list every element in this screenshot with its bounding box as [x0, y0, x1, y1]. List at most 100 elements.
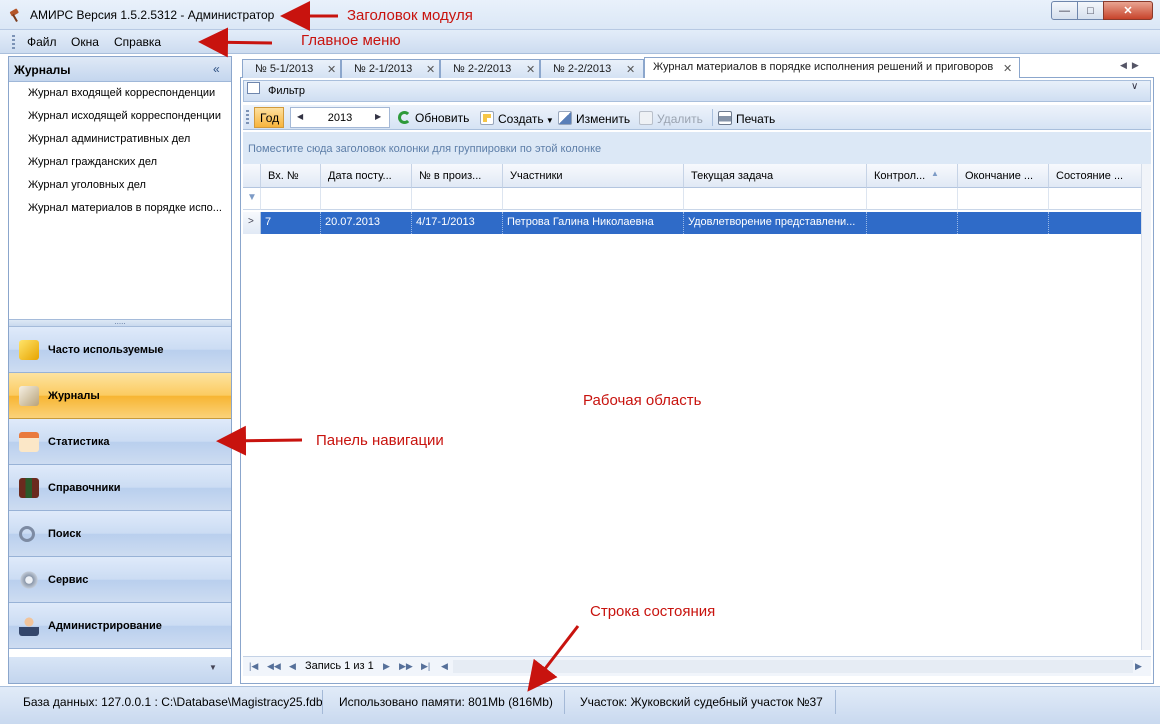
close-button[interactable]: ✕: [1103, 1, 1153, 20]
prev-page-icon[interactable]: ◀◀: [267, 661, 281, 672]
filter-cell[interactable]: [867, 188, 958, 210]
next-page-icon[interactable]: ▶▶: [399, 661, 413, 672]
column-header-current-task[interactable]: Текущая задача: [684, 164, 867, 188]
next-year-arrow-icon[interactable]: ▶: [375, 112, 381, 121]
group-by-panel[interactable]: Поместите сюда заголовок колонки для гру…: [243, 132, 1151, 164]
tab-5-1-2013[interactable]: № 5-1/2013 ✕: [242, 59, 341, 79]
prev-record-icon[interactable]: ◀: [289, 661, 296, 672]
filter-cell[interactable]: [503, 188, 684, 210]
tab-2-2-2013-b[interactable]: № 2-2/2013 ✕: [540, 59, 644, 79]
cell-participants[interactable]: Петрова Галина Николаевна: [503, 212, 684, 234]
horizontal-scrollbar[interactable]: [453, 660, 1133, 673]
year-spinner[interactable]: ◀ 2013 ▶: [290, 107, 390, 128]
close-icon[interactable]: ✕: [626, 63, 635, 76]
cell-proceeding-number[interactable]: 4/17-1/2013: [412, 212, 503, 234]
column-header-in-number[interactable]: Вх. №: [261, 164, 321, 188]
filter-bar[interactable]: Фильтр: [243, 80, 1151, 102]
status-separator: [322, 690, 323, 714]
record-navigator: |◀ ◀◀ ◀ Запись 1 из 1 ▶ ▶▶ ▶| ◀ ▶: [243, 656, 1151, 676]
filter-cell[interactable]: [321, 188, 412, 210]
tab-2-1-2013[interactable]: № 2-1/2013 ✕: [341, 59, 440, 79]
menu-grip: [12, 35, 15, 49]
filter-cell[interactable]: [412, 188, 503, 210]
work-area: Фильтр ∨ Год ◀ 2013 ▶ Обновить Создать ▼…: [240, 78, 1154, 684]
column-header-proceeding-number[interactable]: № в произ...: [412, 164, 503, 188]
toolbar-separator: [712, 109, 713, 126]
scroll-left-icon[interactable]: ◀: [441, 661, 448, 672]
filter-cell[interactable]: [958, 188, 1049, 210]
nav-label: Сервис: [48, 573, 89, 586]
cell-current-task[interactable]: Удовлетворение представлени...: [684, 212, 867, 234]
close-icon[interactable]: ✕: [1003, 62, 1012, 75]
column-header-control[interactable]: Контрол... ▲: [867, 164, 958, 188]
nav-references[interactable]: Справочники: [9, 465, 231, 511]
prev-year-arrow-icon[interactable]: ◀: [297, 112, 303, 121]
navigation-panel: Журналы « Журнал входящей корреспонденци…: [8, 56, 232, 684]
first-record-icon[interactable]: |◀: [249, 661, 258, 672]
maximize-button[interactable]: □: [1077, 1, 1104, 20]
last-record-icon[interactable]: ▶|: [421, 661, 430, 672]
lightning-icon: [19, 339, 39, 360]
tab-materials-journal[interactable]: Журнал материалов в порядке исполнения р…: [644, 57, 1020, 79]
nav-service[interactable]: Сервис: [9, 557, 231, 603]
journal-item-administrative[interactable]: Журнал административных дел: [28, 133, 190, 145]
delete-label: Удалить: [657, 112, 703, 126]
print-button[interactable]: Печать: [718, 111, 775, 126]
journal-item-outgoing[interactable]: Журнал исходящей корреспонденции: [28, 110, 221, 122]
document-tabs: № 5-1/2013 ✕ № 2-1/2013 ✕ № 2-2/2013 ✕ №…: [240, 56, 1154, 79]
menu-file[interactable]: Файл: [27, 35, 57, 49]
edit-button[interactable]: Изменить: [558, 111, 630, 126]
status-bar: База данных: 127.0.0.1 : C:\Database\Mag…: [0, 686, 1160, 724]
delete-button[interactable]: Удалить: [639, 111, 703, 126]
filter-cell[interactable]: [1049, 188, 1143, 210]
annotation-work-area: Рабочая область: [583, 392, 702, 409]
cell-received-date[interactable]: 20.07.2013: [321, 212, 412, 234]
close-icon[interactable]: ✕: [327, 63, 336, 76]
close-icon[interactable]: ✕: [526, 63, 535, 76]
refresh-button[interactable]: Обновить: [398, 111, 469, 125]
cell-in-number[interactable]: 7: [261, 212, 321, 234]
delete-icon: [639, 111, 653, 125]
column-header-received-date[interactable]: Дата посту...: [321, 164, 412, 188]
annotation-nav-panel: Панель навигации: [316, 432, 444, 449]
nav-overflow-chevron-icon[interactable]: ▼: [209, 663, 217, 672]
year-button[interactable]: Год: [254, 107, 284, 128]
vertical-scrollbar[interactable]: [1141, 164, 1151, 650]
nav-label: Статистика: [48, 435, 110, 448]
column-header-participants[interactable]: Участники: [503, 164, 684, 188]
expand-chevron-icon[interactable]: ∨: [1131, 81, 1138, 92]
status-district: Участок: Жуковский судебный участок №37: [580, 695, 823, 709]
nav-frequent[interactable]: Часто используемые: [9, 327, 231, 373]
row-selector-icon[interactable]: >: [243, 212, 261, 234]
menu-help[interactable]: Справка: [114, 35, 161, 49]
minimize-button[interactable]: —: [1051, 1, 1078, 20]
nav-label: Журналы: [48, 389, 100, 402]
filter-cell[interactable]: [684, 188, 867, 210]
nav-statistics[interactable]: Статистика: [9, 419, 231, 465]
nav-journals[interactable]: Журналы: [9, 373, 231, 419]
panel-splitter[interactable]: .....: [9, 318, 231, 327]
journal-item-criminal[interactable]: Журнал уголовных дел: [28, 179, 146, 191]
column-header-end[interactable]: Окончание ...: [958, 164, 1049, 188]
create-button[interactable]: Создать ▼: [480, 111, 554, 126]
tab-scroll-arrows[interactable]: ◀ ▶: [1120, 60, 1139, 71]
cell-state[interactable]: [1049, 212, 1143, 234]
column-header-state[interactable]: Состояние ...: [1049, 164, 1143, 188]
scroll-right-icon[interactable]: ▶: [1135, 661, 1142, 672]
cell-control[interactable]: [867, 212, 958, 234]
next-record-icon[interactable]: ▶: [383, 661, 390, 672]
nav-administration[interactable]: Администрирование: [9, 603, 231, 649]
journal-item-materials[interactable]: Журнал материалов в порядке испо...: [28, 202, 222, 214]
journal-item-civil[interactable]: Журнал гражданских дел: [28, 156, 157, 168]
filter-icon: [247, 82, 260, 94]
tab-2-2-2013-a[interactable]: № 2-2/2013 ✕: [440, 59, 540, 79]
collapse-panel-button[interactable]: «: [213, 62, 220, 76]
cell-end[interactable]: [958, 212, 1049, 234]
menu-windows[interactable]: Окна: [71, 35, 99, 49]
print-label: Печать: [736, 112, 776, 126]
close-icon[interactable]: ✕: [426, 63, 435, 76]
filter-cell[interactable]: [261, 188, 321, 210]
nav-search[interactable]: Поиск: [9, 511, 231, 557]
nav-label: Поиск: [48, 527, 82, 540]
journal-item-incoming[interactable]: Журнал входящей корреспонденции: [28, 87, 215, 99]
